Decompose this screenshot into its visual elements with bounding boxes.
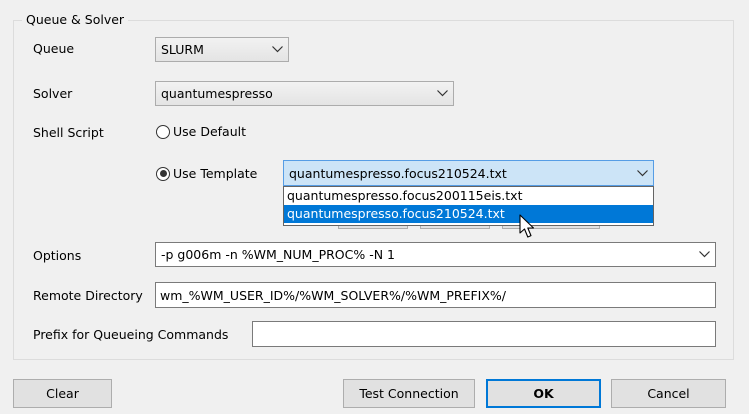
solver-label: Solver <box>33 86 73 101</box>
solver-select-value: quantumespresso <box>161 86 273 101</box>
chevron-down-icon <box>266 46 288 53</box>
prefix-queueing-field[interactable] <box>252 321 716 347</box>
clear-button[interactable]: Clear <box>13 379 112 408</box>
mouse-pointer-icon <box>519 214 537 243</box>
prefix-queueing-label: Prefix for Queueing Commands <box>33 327 229 342</box>
chevron-down-icon <box>693 251 715 258</box>
queue-select-value: SLURM <box>161 42 204 57</box>
template-dropdown-list: quantumespresso.focus200115eis.txt quant… <box>283 186 654 226</box>
options-label: Options <box>33 248 82 263</box>
dropdown-option[interactable]: quantumespresso.focus200115eis.txt <box>284 187 653 205</box>
options-value: -p g006m -n %WM_NUM_PROC% -N 1 <box>161 247 396 262</box>
chevron-down-icon <box>431 90 453 97</box>
test-connection-button[interactable]: Test Connection <box>343 379 475 408</box>
radio-button-unchecked[interactable] <box>156 124 170 139</box>
use-default-radio[interactable]: Use Default <box>156 124 246 139</box>
use-default-label: Use Default <box>173 124 246 139</box>
shell-script-label: Shell Script <box>33 125 104 140</box>
remote-directory-field[interactable]: wm_%WM_USER_ID%/%WM_SOLVER%/%WM_PREFIX%/ <box>155 282 716 308</box>
chevron-down-icon <box>631 169 653 177</box>
template-select-value: quantumespresso.focus210524.txt <box>289 165 507 181</box>
cancel-button[interactable]: Cancel <box>611 379 726 408</box>
remote-directory-label: Remote Directory <box>33 288 143 303</box>
queue-label: Queue <box>33 41 75 56</box>
queue-select[interactable]: SLURM <box>155 37 289 62</box>
groupbox-legend: Queue & Solver <box>22 12 129 27</box>
radio-button-checked[interactable] <box>156 166 170 181</box>
solver-select[interactable]: quantumespresso <box>155 81 454 106</box>
use-template-label: Use Template <box>173 166 258 181</box>
dropdown-option-highlighted[interactable]: quantumespresso.focus210524.txt <box>284 205 653 223</box>
options-combobox[interactable]: -p g006m -n %WM_NUM_PROC% -N 1 <box>155 242 716 267</box>
template-select[interactable]: quantumespresso.focus210524.txt <box>283 160 654 186</box>
ok-button[interactable]: OK <box>486 379 601 408</box>
use-template-radio[interactable]: Use Template <box>156 166 257 181</box>
